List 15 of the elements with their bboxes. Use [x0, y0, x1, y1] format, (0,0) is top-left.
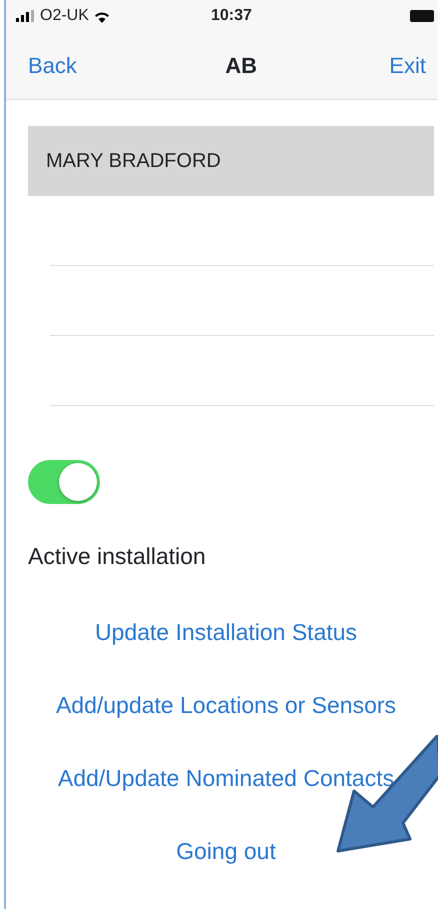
action-link[interactable]: Update Installation Status	[94, 596, 358, 668]
signal-icon	[16, 10, 36, 22]
action-link[interactable]: Going out	[176, 814, 276, 888]
carrier-name: O2-UK	[40, 6, 89, 26]
wifi-icon	[92, 10, 111, 22]
toggle-label: Active installation	[28, 542, 207, 571]
exit-link[interactable]: Exit	[389, 49, 426, 82]
toggle-switch[interactable]	[28, 460, 100, 504]
back-link[interactable]: Back	[28, 49, 77, 82]
action-link[interactable]: Add/Update Nominated Contacts	[58, 742, 394, 814]
nav-title: AB	[225, 52, 257, 80]
name-row[interactable]: MARY BRADFORD	[28, 126, 434, 196]
battery-icon	[410, 10, 434, 22]
action-link[interactable]: Add/update Locations or Sensors	[56, 668, 396, 742]
status-time: 10:37	[211, 6, 252, 26]
